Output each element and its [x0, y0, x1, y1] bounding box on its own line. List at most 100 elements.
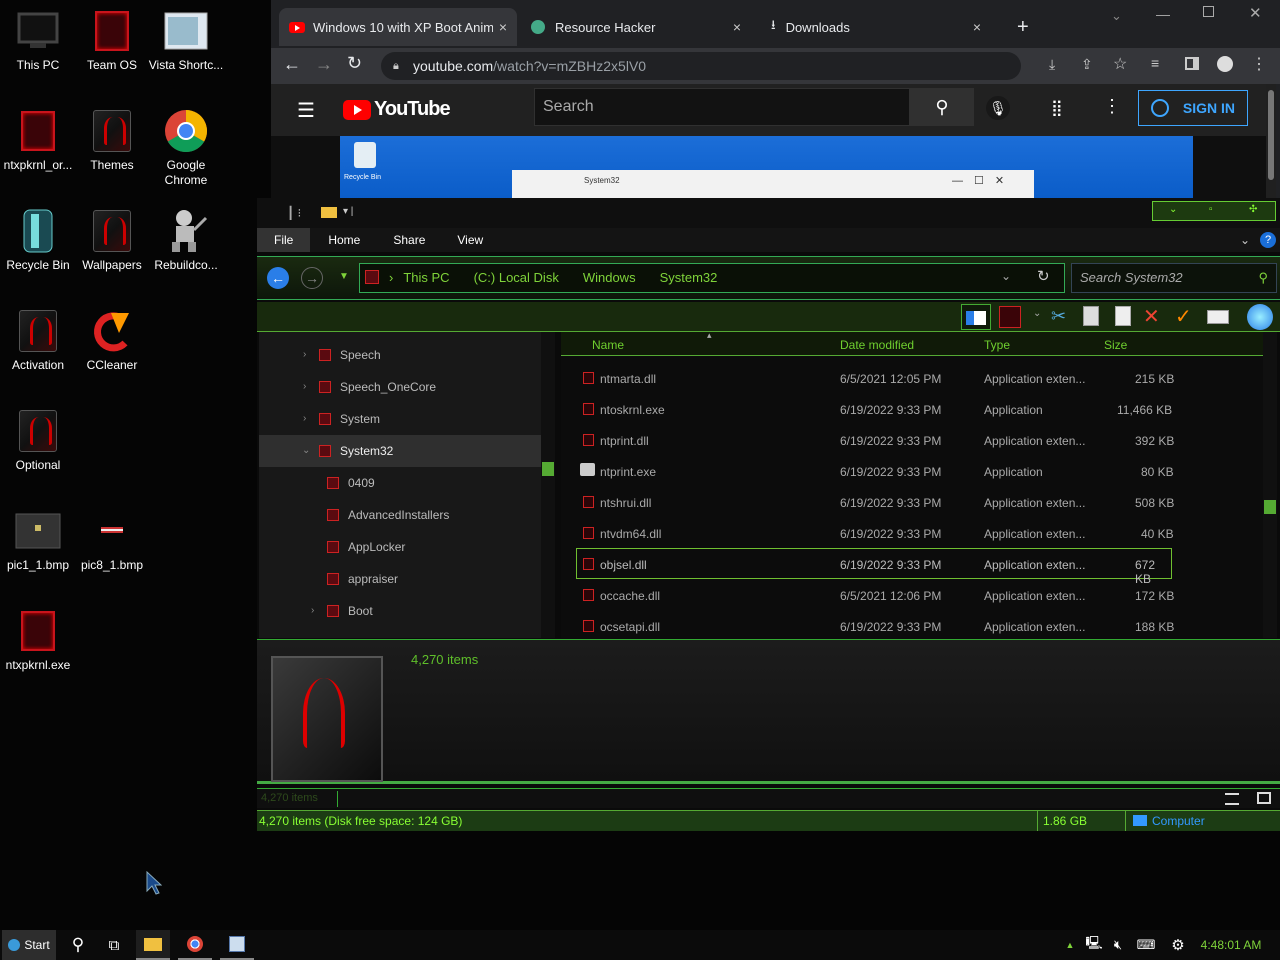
file-row[interactable]: ntshrui.dll 6/19/2022 9:33 PM Applicatio…: [561, 486, 1263, 517]
youtube-logo[interactable]: YouTube: [343, 98, 451, 121]
breadcrumb-this-pc[interactable]: This PC: [403, 264, 449, 292]
show-hidden-icons[interactable]: ▲: [1062, 930, 1078, 960]
desktop-icon-pic8[interactable]: pic8_1.bmp: [74, 508, 150, 573]
file-row[interactable]: ntmarta.dll 6/5/2021 12:05 PM Applicatio…: [561, 362, 1263, 393]
search-icon[interactable]: ⚲: [64, 930, 92, 960]
column-size[interactable]: Size: [1104, 338, 1127, 352]
new-tab-button[interactable]: +: [1007, 8, 1039, 46]
desktop-icon-recycle-bin[interactable]: Recycle Bin: [0, 208, 76, 273]
refresh-icon[interactable]: ↻: [1037, 267, 1050, 285]
apps-grid-icon[interactable]: ⣿: [1051, 98, 1063, 118]
tab-youtube[interactable]: Windows 10 with XP Boot Anima ×: [279, 8, 517, 46]
tree-scrollbar[interactable]: [541, 332, 555, 638]
file-row[interactable]: ocsetapi.dll 6/19/2022 9:33 PM Applicati…: [561, 610, 1263, 641]
details-view-icon[interactable]: [1225, 793, 1239, 805]
desktop-icon-vista-shortcut[interactable]: Vista Shortc...: [148, 8, 224, 73]
share-icon[interactable]: ⇪: [1081, 56, 1093, 73]
copy-icon[interactable]: [1083, 306, 1099, 326]
help-icon[interactable]: ?: [1260, 232, 1276, 248]
column-date-modified[interactable]: Date modified: [840, 338, 914, 352]
file-list-scrollbar[interactable]: [1263, 332, 1277, 638]
desktop-icon-team-os[interactable]: Team OS: [74, 8, 150, 73]
tree-item-0409[interactable]: 0409: [259, 467, 541, 499]
scroll-thumb[interactable]: [542, 462, 554, 476]
close-icon[interactable]: ✣: [1249, 204, 1257, 215]
forward-icon[interactable]: →: [315, 54, 333, 75]
taskbar-resource-hacker[interactable]: [220, 930, 254, 960]
hamburger-menu-icon[interactable]: ☰: [297, 98, 315, 123]
desktop-icon-google-chrome[interactable]: Google Chrome: [148, 108, 224, 188]
expand-icon[interactable]: ›: [303, 403, 306, 435]
keyboard-icon[interactable]: ⌨: [1134, 930, 1158, 960]
tree-item-boot[interactable]: › Boot: [259, 595, 541, 627]
collapse-icon[interactable]: ⌄: [302, 435, 310, 467]
expand-icon[interactable]: ›: [311, 595, 314, 627]
tab-share[interactable]: Share: [377, 233, 441, 247]
close-tab-icon[interactable]: ×: [499, 19, 507, 35]
column-type[interactable]: Type: [984, 338, 1010, 352]
file-row[interactable]: ntoskrnl.exe 6/19/2022 9:33 PM Applicati…: [561, 393, 1263, 424]
forward-icon[interactable]: →: [301, 267, 323, 289]
install-icon[interactable]: ⤓: [1049, 56, 1055, 73]
scroll-thumb[interactable]: [1264, 500, 1276, 514]
network-icon[interactable]: 🖳︎: [1084, 930, 1104, 960]
tab-home[interactable]: Home: [310, 233, 377, 247]
side-panel-icon[interactable]: [1185, 57, 1199, 70]
close-window-icon[interactable]: ✕: [1249, 4, 1262, 22]
file-row[interactable]: occache.dll 6/5/2021 12:06 PM Applicatio…: [561, 579, 1263, 610]
tab-downloads[interactable]: ⭳ Downloads ×: [761, 8, 991, 46]
taskbar-explorer[interactable]: [136, 930, 170, 960]
breadcrumb-windows[interactable]: Windows: [583, 264, 636, 292]
tab-file[interactable]: File: [257, 228, 311, 252]
desktop-icon-activation[interactable]: Activation: [0, 308, 76, 373]
paste-icon[interactable]: [1115, 306, 1131, 326]
file-row[interactable]: ntprint.dll 6/19/2022 9:33 PM Applicatio…: [561, 424, 1263, 455]
close-tab-icon[interactable]: ×: [733, 19, 741, 35]
video-player[interactable]: Recycle Bin System32 — ☐ ✕: [340, 136, 1193, 200]
desktop-icon-ccleaner[interactable]: CCleaner: [74, 308, 150, 373]
preview-pane-button[interactable]: [961, 304, 991, 330]
tree-item-appraiser[interactable]: appraiser: [259, 563, 541, 595]
desktop-icon-pic1[interactable]: pic1_1.bmp: [0, 508, 76, 573]
cut-icon[interactable]: ✂: [1051, 306, 1066, 327]
back-icon[interactable]: ←: [267, 267, 289, 289]
taskbar-chrome[interactable]: [178, 930, 212, 960]
expand-ribbon-icon[interactable]: ⌄: [1240, 233, 1250, 247]
column-name[interactable]: Name: [592, 338, 624, 352]
tab-view[interactable]: View: [441, 233, 499, 247]
tab-resource-hacker[interactable]: Resource Hacker ×: [521, 8, 751, 46]
sign-in-button[interactable]: SIGN IN: [1138, 90, 1248, 126]
properties-icon[interactable]: [999, 306, 1021, 328]
back-icon[interactable]: ←: [283, 54, 301, 75]
tree-item-advancedinstallers[interactable]: AdvancedInstallers: [259, 499, 541, 531]
start-button[interactable]: Start: [2, 930, 56, 960]
delete-icon[interactable]: ✕: [1143, 304, 1160, 329]
tree-item-system[interactable]: › System: [259, 403, 541, 435]
maximize-icon[interactable]: ▫: [1209, 204, 1213, 215]
tree-item-speech[interactable]: › Speech: [259, 339, 541, 371]
youtube-search-input[interactable]: Search: [534, 88, 910, 126]
desktop-icon-ntxpkrnl-or[interactable]: ntxpkrnl_or...: [0, 108, 76, 173]
file-row-selected[interactable]: objsel.dll 6/19/2022 9:33 PM Application…: [576, 548, 1172, 586]
breadcrumb-local-disk[interactable]: (C:) Local Disk: [474, 264, 559, 292]
large-icons-view-icon[interactable]: [1257, 792, 1271, 804]
desktop-icon-themes[interactable]: Themes: [74, 108, 150, 173]
volume-muted-icon[interactable]: 🔇︎: [1108, 930, 1128, 960]
breadcrumb-system32[interactable]: System32: [660, 264, 718, 292]
bookmark-star-icon[interactable]: ☆: [1113, 54, 1127, 74]
qat-dropdown-icon[interactable]: ▾ |: [343, 206, 353, 217]
close-tab-icon[interactable]: ×: [973, 19, 981, 35]
recent-dropdown-icon[interactable]: ▼: [339, 271, 349, 282]
chrome-menu-icon[interactable]: ⋮: [1251, 54, 1267, 74]
desktop-icon-wallpapers[interactable]: Wallpapers: [74, 208, 150, 273]
address-dropdown-icon[interactable]: ⌄: [1001, 269, 1011, 283]
settings-dots-icon[interactable]: ⋮: [1103, 96, 1121, 117]
youtube-search-button[interactable]: ⚲: [910, 88, 974, 126]
globe-icon[interactable]: [1247, 304, 1273, 330]
minimize-icon[interactable]: ⌄: [1169, 204, 1177, 215]
expand-icon[interactable]: ›: [303, 339, 306, 371]
rename-check-icon[interactable]: ✓: [1175, 304, 1192, 329]
dropdown-icon[interactable]: ⌄: [1033, 308, 1041, 319]
task-view-icon[interactable]: ⧉: [100, 930, 128, 960]
file-row[interactable]: ntprint.exe 6/19/2022 9:33 PM Applicatio…: [561, 455, 1263, 486]
